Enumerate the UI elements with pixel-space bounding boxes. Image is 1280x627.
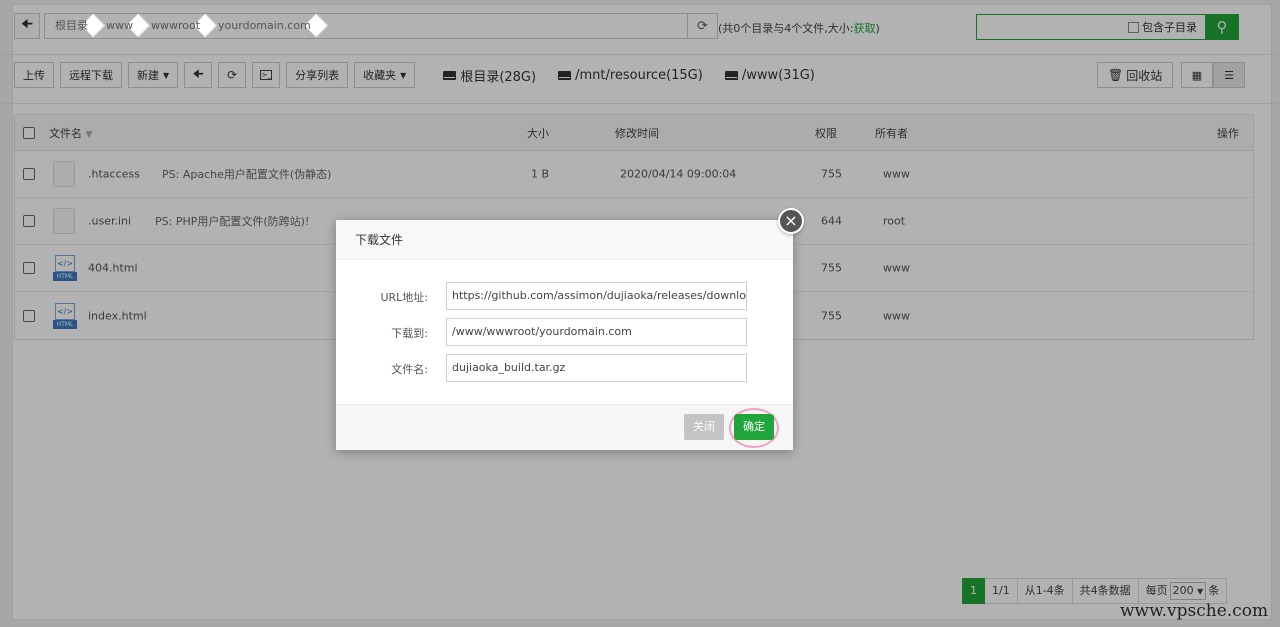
filename-input[interactable]: dujiaoka_build.tar.gz xyxy=(446,354,747,382)
filename-label: 文件名: xyxy=(391,363,428,376)
dest-label: 下载到: xyxy=(391,327,428,340)
dest-row: 下载到: /www/wwwroot/yourdomain.com xyxy=(336,318,793,346)
url-row: URL地址: https://github.com/assimon/dujiao… xyxy=(336,282,793,310)
dialog-footer: 关闭 确定 xyxy=(336,404,793,450)
close-button[interactable]: 关闭 xyxy=(684,414,724,440)
confirm-button[interactable]: 确定 xyxy=(734,414,774,440)
url-input[interactable]: https://github.com/assimon/dujiaoka/rele… xyxy=(446,282,747,310)
close-icon[interactable]: × xyxy=(778,208,804,234)
download-file-dialog: 下载文件 × URL地址: https://github.com/assimon… xyxy=(336,208,804,450)
dialog-title: 下载文件 xyxy=(336,220,793,260)
url-label: URL地址: xyxy=(380,291,428,304)
filename-row: 文件名: dujiaoka_build.tar.gz xyxy=(336,354,793,382)
watermark: www.vpsche.com xyxy=(1120,601,1269,621)
dest-input[interactable]: /www/wwwroot/yourdomain.com xyxy=(446,318,747,346)
